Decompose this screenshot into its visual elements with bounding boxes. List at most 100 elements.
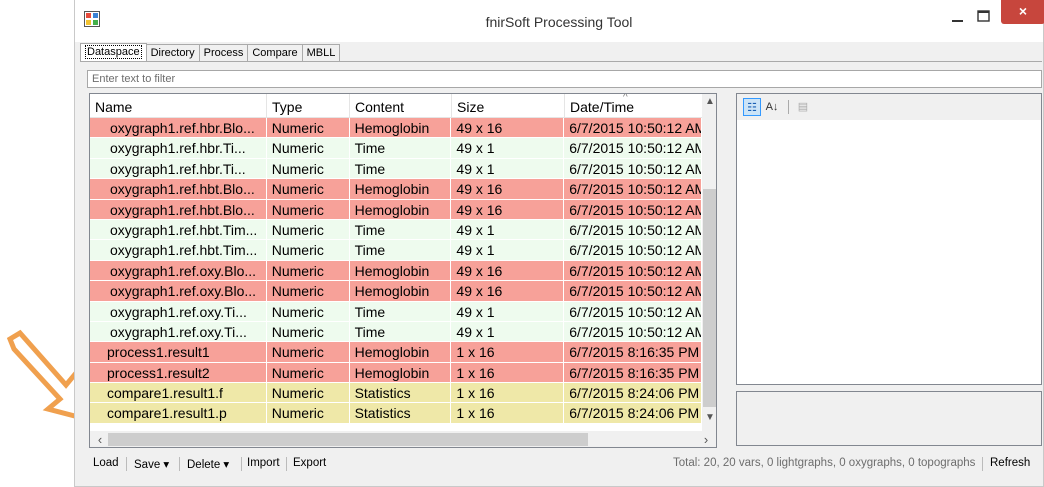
cell-datetime: 6/7/2015 10:50:12 AM [564, 158, 702, 180]
cell-content: Hemoglobin [349, 342, 452, 363]
cell-content: Hemoglobin [349, 362, 452, 384]
tab-compare[interactable]: Compare [247, 44, 303, 62]
table-row[interactable]: oxygraph1.ref.hbr.Ti... Numeric Time 49 x 1… [90, 138, 702, 159]
cell-name: oxygraph1.ref.hbt.Blo... [90, 199, 267, 220]
table-row[interactable]: oxygraph1.ref.oxy.Ti... Numeric Time 49 x 1… [90, 321, 702, 343]
horizontal-scrollbar[interactable]: ‹ › [90, 431, 716, 447]
cell-name: process1.result1 [90, 342, 267, 363]
maximize-icon[interactable] [971, 6, 997, 28]
categorized-icon[interactable]: ☷ [743, 98, 761, 116]
cell-content: Hemoglobin [349, 260, 452, 282]
import-button[interactable]: Import [247, 457, 280, 469]
column-header-type[interactable]: Type [267, 94, 350, 118]
delete-button[interactable]: Delete ▾ [187, 457, 229, 471]
property-grid-toolbar: ☷ A↓ ▤ [737, 94, 1041, 120]
table-row[interactable]: oxygraph1.ref.hbt.Blo... Numeric Hemoglobi… [90, 179, 702, 200]
filter-input[interactable]: Enter text to filter [87, 70, 1042, 88]
variable-list[interactable]: Name Type Content Size Date/Time ^ oxygr… [89, 93, 717, 448]
cell-datetime: 6/7/2015 10:50:12 AM [564, 260, 702, 282]
cell-content: Time [349, 240, 452, 261]
tab-process[interactable]: Process [198, 44, 249, 62]
table-row[interactable]: oxygraph1.ref.hbt.Tim... Numeric Time 49 x … [90, 240, 702, 261]
cell-size: 49 x 16 [451, 199, 565, 220]
scroll-right-icon[interactable]: › [698, 431, 714, 447]
table-row[interactable]: process1.result2 Numeric Hemoglobin 1 x 16 6… [90, 362, 702, 384]
cell-size: 49 x 16 [451, 260, 565, 282]
cell-type: Numeric [266, 362, 350, 384]
cell-name: oxygraph1.ref.hbr.Ti... [90, 138, 267, 159]
horizontal-scroll-thumb[interactable] [108, 433, 588, 446]
cell-datetime: 6/7/2015 8:16:35 PM [564, 362, 702, 384]
table-row[interactable]: oxygraph1.ref.hbt.Blo... Numeric Hemoglobi… [90, 199, 702, 220]
cell-name: oxygraph1.ref.hbr.Blo... [90, 118, 267, 139]
tab-dataspace[interactable]: Dataspace [80, 43, 147, 62]
cell-content: Statistics [349, 403, 452, 424]
save-button[interactable]: Save ▾ [134, 457, 169, 471]
cell-datetime: 6/7/2015 10:50:12 AM [564, 301, 702, 322]
table-row[interactable]: compare1.result1.p Numeric Statistics 1 x 1… [90, 403, 702, 424]
bottom-toolbar: Load Save ▾ Delete ▾ Import Export Total… [89, 454, 1041, 474]
list-header: Name Type Content Size Date/Time ^ [90, 94, 702, 118]
cell-size: 49 x 16 [451, 118, 565, 139]
cell-name: compare1.result1.p [90, 403, 267, 424]
cell-size: 49 x 16 [451, 179, 565, 200]
column-header-size[interactable]: Size [452, 94, 565, 118]
column-header-datetime[interactable]: Date/Time ^ [565, 94, 702, 118]
cell-content: Time [349, 301, 452, 322]
table-row[interactable]: oxygraph1.ref.oxy.Blo... Numeric Hemoglobi… [90, 281, 702, 302]
table-row[interactable]: process1.result1 Numeric Hemoglobin 1 x 16 6… [90, 342, 702, 363]
cell-size: 49 x 1 [451, 240, 565, 261]
column-header-content[interactable]: Content [350, 94, 452, 118]
cell-name: oxygraph1.ref.hbt.Blo... [90, 179, 267, 200]
cell-name: oxygraph1.ref.hbt.Tim... [90, 219, 267, 241]
table-row[interactable]: oxygraph1.ref.hbr.Ti... Numeric Time 49 x 1… [90, 158, 702, 180]
list-rows: oxygraph1.ref.hbr.Blo... Numeric Hemoglobi… [90, 118, 702, 424]
minimize-icon[interactable] [945, 6, 971, 28]
cell-datetime: 6/7/2015 10:50:12 AM [564, 199, 702, 220]
vertical-scroll-thumb[interactable] [703, 189, 716, 407]
screenshot-stage: fnirSoft Processing Tool × Dataspace Dir… [0, 0, 1044, 487]
export-button[interactable]: Export [293, 457, 326, 469]
cell-type: Numeric [266, 118, 350, 139]
property-pages-icon: ▤ [797, 101, 809, 113]
column-header-name[interactable]: Name [90, 94, 267, 118]
cell-type: Numeric [266, 403, 350, 424]
scroll-down-icon[interactable]: ▼ [702, 412, 716, 429]
property-grid[interactable]: ☷ A↓ ▤ [736, 93, 1042, 385]
cell-content: Hemoglobin [349, 281, 452, 302]
cell-name: oxygraph1.ref.oxy.Ti... [90, 321, 267, 343]
load-button[interactable]: Load [93, 457, 119, 469]
cell-size: 1 x 16 [451, 383, 565, 404]
cell-content: Time [349, 158, 452, 180]
vertical-scrollbar[interactable]: ▲ ▼ [702, 94, 716, 431]
cell-size: 1 x 16 [451, 403, 565, 424]
scroll-up-icon[interactable]: ▲ [702, 96, 716, 113]
toolbar-divider [286, 457, 287, 471]
toolbar-divider [788, 100, 789, 114]
alphabetical-icon[interactable]: A↓ [763, 98, 781, 116]
close-button[interactable]: × [1001, 0, 1044, 24]
cell-name: process1.result2 [90, 362, 267, 384]
tab-directory[interactable]: Directory [145, 44, 200, 62]
cell-content: Statistics [349, 383, 452, 404]
status-summary: Total: 20, 20 vars, 0 lightgraphs, 0 oxy… [673, 457, 976, 469]
table-row[interactable]: oxygraph1.ref.oxy.Ti... Numeric Time 49 x 1… [90, 301, 702, 322]
window-title: fnirSoft Processing Tool [485, 14, 633, 30]
cell-datetime: 6/7/2015 10:50:12 AM [564, 240, 702, 261]
cell-type: Numeric [266, 219, 350, 241]
table-row[interactable]: oxygraph1.ref.hbt.Tim... Numeric Time 49 x … [90, 219, 702, 241]
cell-datetime: 6/7/2015 8:24:06 PM [564, 403, 702, 424]
cell-type: Numeric [266, 199, 350, 220]
cell-name: oxygraph1.ref.hbt.Tim... [90, 240, 267, 261]
table-row[interactable]: oxygraph1.ref.oxy.Blo... Numeric Hemoglobi… [90, 260, 702, 282]
cell-datetime: 6/7/2015 10:50:12 AM [564, 118, 702, 139]
cell-name: oxygraph1.ref.hbr.Ti... [90, 158, 267, 180]
tab-mbll[interactable]: MBLL [301, 44, 341, 62]
table-row[interactable]: oxygraph1.ref.hbr.Blo... Numeric Hemoglobi… [90, 118, 702, 139]
title-bar[interactable]: fnirSoft Processing Tool × [75, 0, 1044, 42]
scroll-left-icon[interactable]: ‹ [92, 431, 108, 447]
cell-content: Hemoglobin [349, 199, 452, 220]
cell-datetime: 6/7/2015 10:50:12 AM [564, 281, 702, 302]
table-row[interactable]: compare1.result1.f Numeric Statistics 1 x 1… [90, 383, 702, 404]
refresh-button[interactable]: Refresh [990, 457, 1030, 469]
